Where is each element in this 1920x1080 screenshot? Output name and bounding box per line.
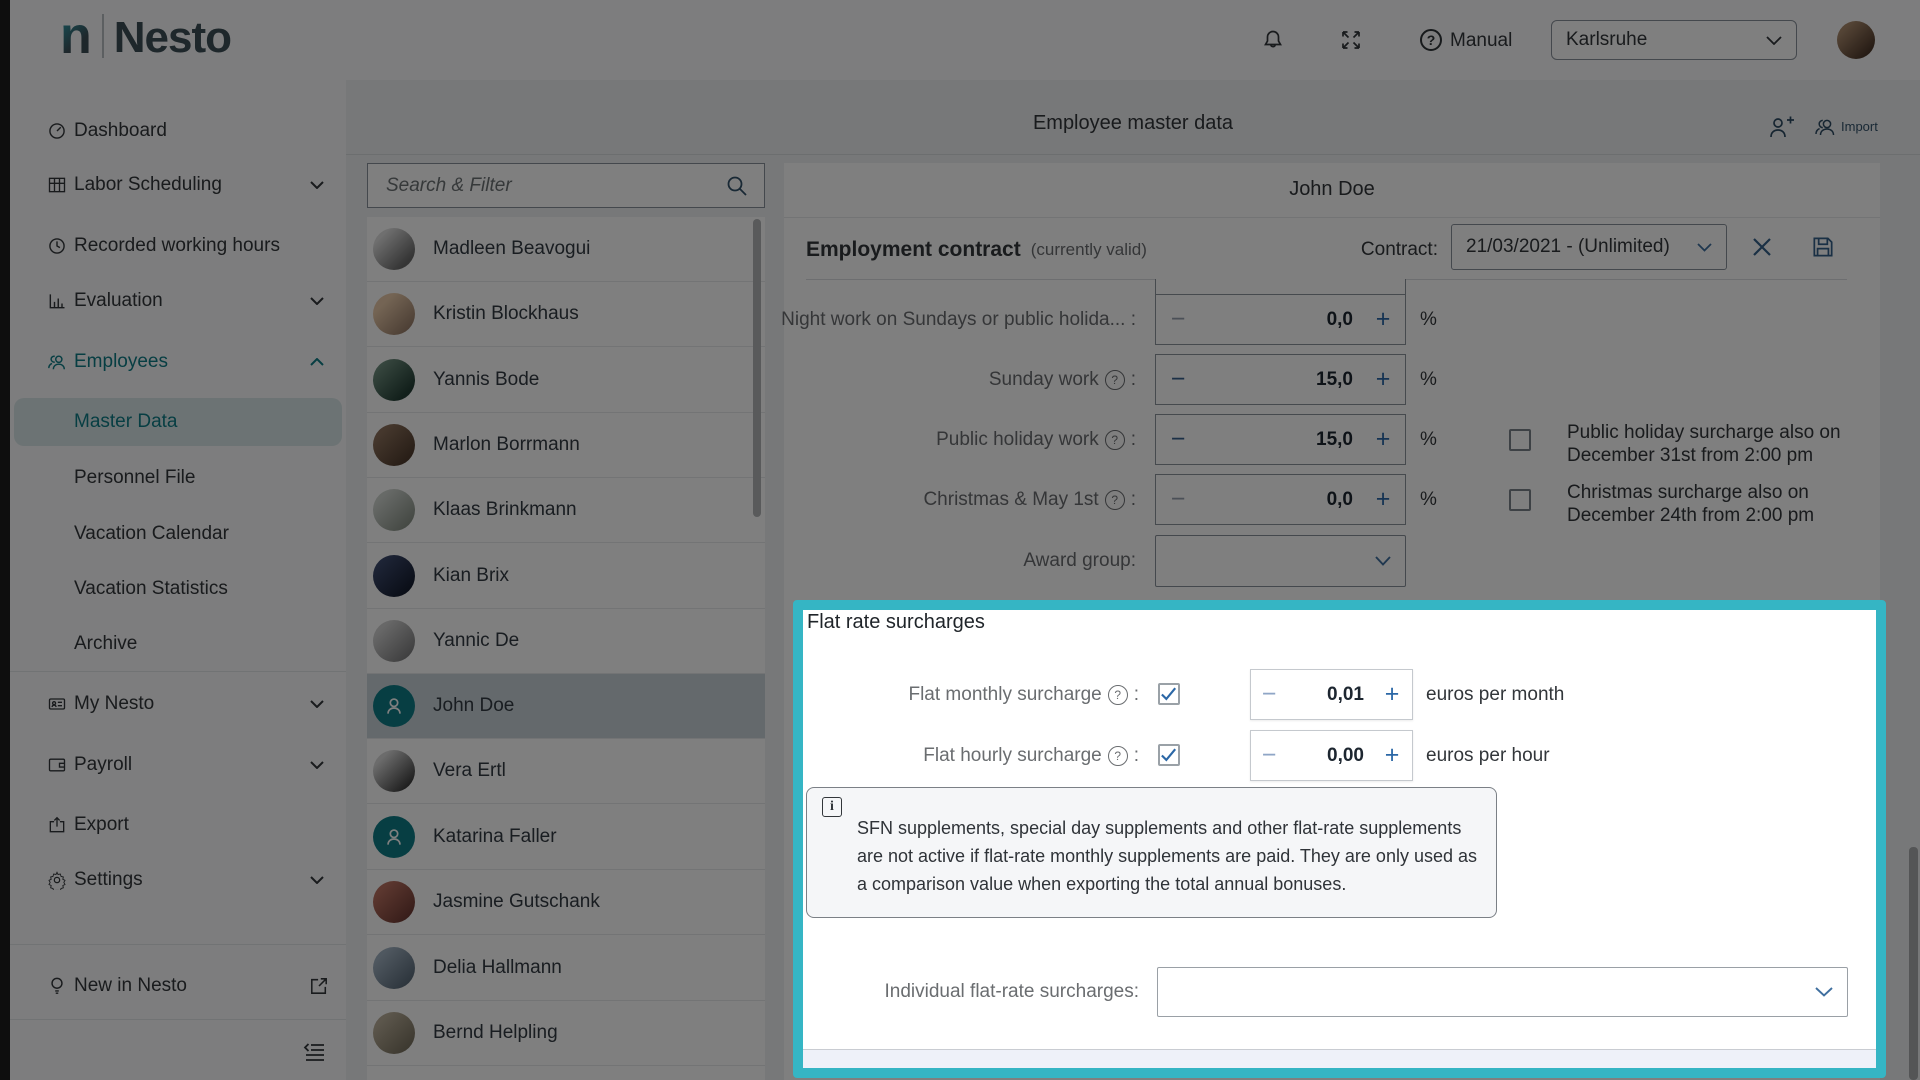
info-text-line1: SFN supplements, special day supplements…	[857, 818, 1461, 839]
help-circle-icon[interactable]: ?	[1108, 685, 1128, 705]
decrement-button[interactable]: −	[1251, 680, 1287, 709]
flat-monthly-checkbox-checked[interactable]	[1158, 683, 1180, 705]
flat-hourly-unit: euros per hour	[1426, 745, 1550, 767]
info-icon: i	[822, 797, 842, 817]
info-text-line3: a comparison value when exporting the to…	[857, 874, 1346, 895]
flat-hourly-label: Flat hourly surcharge?:	[640, 730, 1139, 781]
help-circle-icon[interactable]: ?	[1108, 746, 1128, 766]
increment-button[interactable]: +	[1372, 741, 1412, 770]
increment-button[interactable]: +	[1372, 680, 1412, 709]
info-text-line2: are not active if flat-rate monthly supp…	[857, 846, 1477, 867]
flat-hourly-checkbox-checked[interactable]	[1158, 744, 1180, 766]
flat-hourly-value[interactable]: 0,00	[1287, 745, 1372, 767]
flat-monthly-label: Flat monthly surcharge?:	[640, 669, 1139, 720]
flat-monthly-value[interactable]: 0,01	[1287, 684, 1372, 706]
horizontal-scrollbar-track[interactable]	[803, 1049, 1876, 1068]
individual-surcharges-select[interactable]	[1157, 967, 1848, 1017]
app-root: n Nesto ? Manual Karlsruhe Dashboard	[0, 0, 1920, 1080]
chevron-down-icon	[1815, 987, 1847, 997]
flat-monthly-stepper: − 0,01 +	[1250, 669, 1413, 720]
individual-surcharges-label: Individual flat-rate surcharges:	[640, 967, 1139, 1017]
flat-monthly-unit: euros per month	[1426, 684, 1564, 706]
decrement-button[interactable]: −	[1251, 741, 1287, 770]
flat-rate-title: Flat rate surcharges	[807, 611, 985, 634]
flat-hourly-stepper: − 0,00 +	[1250, 730, 1413, 781]
